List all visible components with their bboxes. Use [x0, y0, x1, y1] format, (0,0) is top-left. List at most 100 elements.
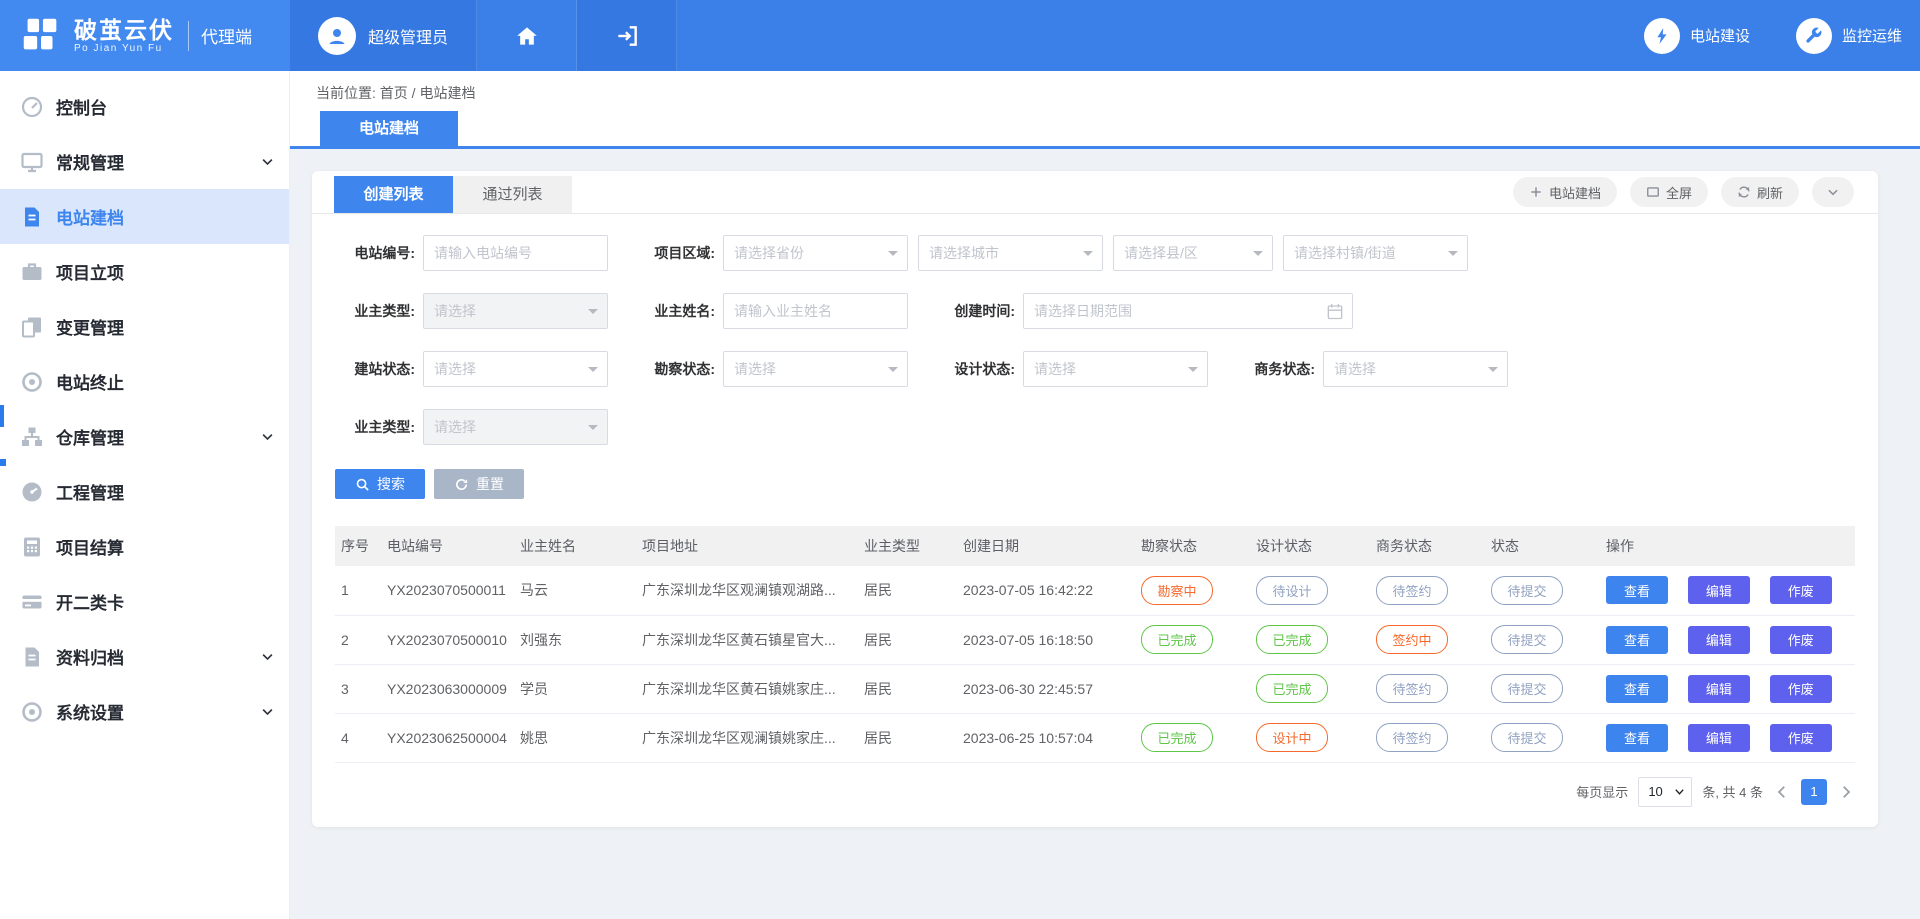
status-badge: 待设计: [1256, 576, 1328, 605]
build-status-label: 建站状态:: [335, 359, 423, 379]
created-cell: 2023-06-30 22:45:57: [957, 664, 1135, 713]
collapse-toolbar-button[interactable]: [1812, 177, 1854, 207]
status-badge: 待提交: [1491, 625, 1563, 654]
business-cell: 待签约: [1370, 664, 1485, 713]
dropdown-arrow-icon: [888, 367, 898, 377]
sidebar-item-project-initiation[interactable]: 项目立项: [0, 244, 289, 299]
sidebar-item-type2-card[interactable]: 开二类卡: [0, 574, 289, 629]
content-card: 创建列表 通过列表 电站建档 全屏: [312, 171, 1878, 827]
status-cell: 待提交: [1485, 566, 1600, 615]
topbar-right-nav: 电站建设 监控运维: [1644, 0, 1902, 71]
void-button[interactable]: 作废: [1770, 724, 1832, 752]
nav-monitor-ops-label: 监控运维: [1842, 25, 1902, 46]
nav-station-build[interactable]: 电站建设: [1644, 18, 1750, 54]
add-station-button[interactable]: 电站建档: [1513, 177, 1617, 207]
tab-passed-list[interactable]: 通过列表: [453, 176, 572, 213]
page-tab-station-archive[interactable]: 电站建档: [320, 111, 458, 146]
archive-file-icon: [20, 645, 44, 669]
status-badge: 待签约: [1376, 674, 1448, 703]
dropdown-arrow-icon: [888, 251, 898, 261]
header-owner: 业主姓名: [514, 526, 636, 566]
type-cell: 居民: [858, 713, 957, 762]
home-icon: [514, 23, 540, 49]
refresh-button[interactable]: 刷新: [1721, 177, 1799, 207]
page-number-1[interactable]: 1: [1801, 779, 1827, 805]
survey-cell: 勘察中: [1135, 566, 1250, 615]
design-status-select[interactable]: 请选择: [1023, 351, 1208, 387]
survey-status-label: 勘察状态:: [635, 359, 723, 379]
user-menu[interactable]: 超级管理员: [290, 0, 477, 71]
edit-button[interactable]: 编辑: [1688, 724, 1750, 752]
owner-type-2-select[interactable]: 请选择: [423, 409, 608, 445]
village-select[interactable]: 请选择村镇/街道: [1283, 235, 1468, 271]
survey-status-select[interactable]: 请选择: [723, 351, 908, 387]
ops-cell: 查看 编辑 作废: [1600, 713, 1855, 762]
view-button[interactable]: 查看: [1606, 675, 1668, 703]
survey-cell: [1135, 664, 1250, 713]
owner-type-select[interactable]: 请选择: [423, 293, 608, 329]
tab-create-list[interactable]: 创建列表: [334, 176, 453, 213]
brand-name: 破茧云伏: [74, 17, 174, 43]
sidebar-item-data-archive[interactable]: 资料归档: [0, 629, 289, 684]
user-name: 超级管理员: [368, 24, 448, 48]
void-button[interactable]: 作废: [1770, 576, 1832, 604]
table-row: 4 YX2023062500004 姚思 广东深圳龙华区观澜镇姚家庄... 居民…: [335, 713, 1855, 762]
refresh-icon: [1737, 185, 1751, 199]
per-page-select[interactable]: 10: [1638, 777, 1692, 807]
created-cell: 2023-06-25 10:57:04: [957, 713, 1135, 762]
sidebar-item-station-termination[interactable]: 电站终止: [0, 354, 289, 409]
province-select[interactable]: 请选择省份: [723, 235, 908, 271]
void-button[interactable]: 作废: [1770, 675, 1832, 703]
sitemap-icon: [20, 425, 44, 449]
table-row: 1 YX2023070500011 马云 广东深圳龙华区观澜镇观湖路... 居民…: [335, 566, 1855, 615]
reset-button[interactable]: 重置: [434, 469, 524, 499]
next-page-button[interactable]: [1837, 783, 1855, 801]
view-button[interactable]: 查看: [1606, 724, 1668, 752]
county-select[interactable]: 请选择县/区: [1113, 235, 1273, 271]
edit-button[interactable]: 编辑: [1688, 675, 1750, 703]
edit-button[interactable]: 编辑: [1688, 576, 1750, 604]
station-code-input[interactable]: [423, 235, 608, 271]
business-cell: 待签约: [1370, 713, 1485, 762]
edit-button[interactable]: 编辑: [1688, 626, 1750, 654]
design-cell: 设计中: [1250, 713, 1370, 762]
type-cell: 居民: [858, 566, 957, 615]
status-badge: 待签约: [1376, 576, 1448, 605]
sidebar-item-station-archive[interactable]: 电站建档: [0, 189, 289, 244]
search-button[interactable]: 搜索: [335, 469, 425, 499]
owner-name-input[interactable]: [723, 293, 908, 329]
sidebar-item-warehouse-mgmt[interactable]: 仓库管理: [0, 409, 289, 464]
date-range-input[interactable]: [1023, 293, 1353, 329]
header-code: 电站编号: [381, 526, 514, 566]
nav-monitor-ops[interactable]: 监控运维: [1796, 18, 1902, 54]
view-button[interactable]: 查看: [1606, 576, 1668, 604]
status-badge: 已完成: [1256, 625, 1328, 654]
prev-page-button[interactable]: [1773, 783, 1791, 801]
build-status-select[interactable]: 请选择: [423, 351, 608, 387]
seq-cell: 1: [335, 566, 381, 615]
address-cell: 广东深圳龙华区观澜镇观湖路...: [636, 566, 858, 615]
fullscreen-button[interactable]: 全屏: [1630, 177, 1708, 207]
business-cell: 签约中: [1370, 615, 1485, 664]
sidebar-item-general-mgmt[interactable]: 常规管理: [0, 134, 289, 189]
business-status-select[interactable]: 请选择: [1323, 351, 1508, 387]
home-button[interactable]: [477, 0, 577, 71]
sidebar-scroll-mark: [0, 459, 6, 466]
logout-button[interactable]: [577, 0, 677, 71]
view-button[interactable]: 查看: [1606, 626, 1668, 654]
sidebar-item-engineering-mgmt[interactable]: 工程管理: [0, 464, 289, 519]
header-type: 业主类型: [858, 526, 957, 566]
status-badge: 签约中: [1376, 625, 1448, 654]
dropdown-arrow-icon: [1253, 251, 1263, 261]
sidebar-item-system-settings[interactable]: 系统设置: [0, 684, 289, 739]
sidebar-item-console[interactable]: 控制台: [0, 79, 289, 134]
design-cell: 已完成: [1250, 664, 1370, 713]
city-select[interactable]: 请选择城市: [918, 235, 1103, 271]
void-button[interactable]: 作废: [1770, 626, 1832, 654]
sidebar-item-project-settlement[interactable]: 项目结算: [0, 519, 289, 574]
target-icon: [20, 370, 44, 394]
status-badge: 待提交: [1491, 576, 1563, 605]
topbar: 破茧云伏 Po Jian Yun Fu 代理端 超级管理员: [0, 0, 1920, 71]
header-status: 状态: [1485, 526, 1600, 566]
sidebar-item-change-mgmt[interactable]: 变更管理: [0, 299, 289, 354]
